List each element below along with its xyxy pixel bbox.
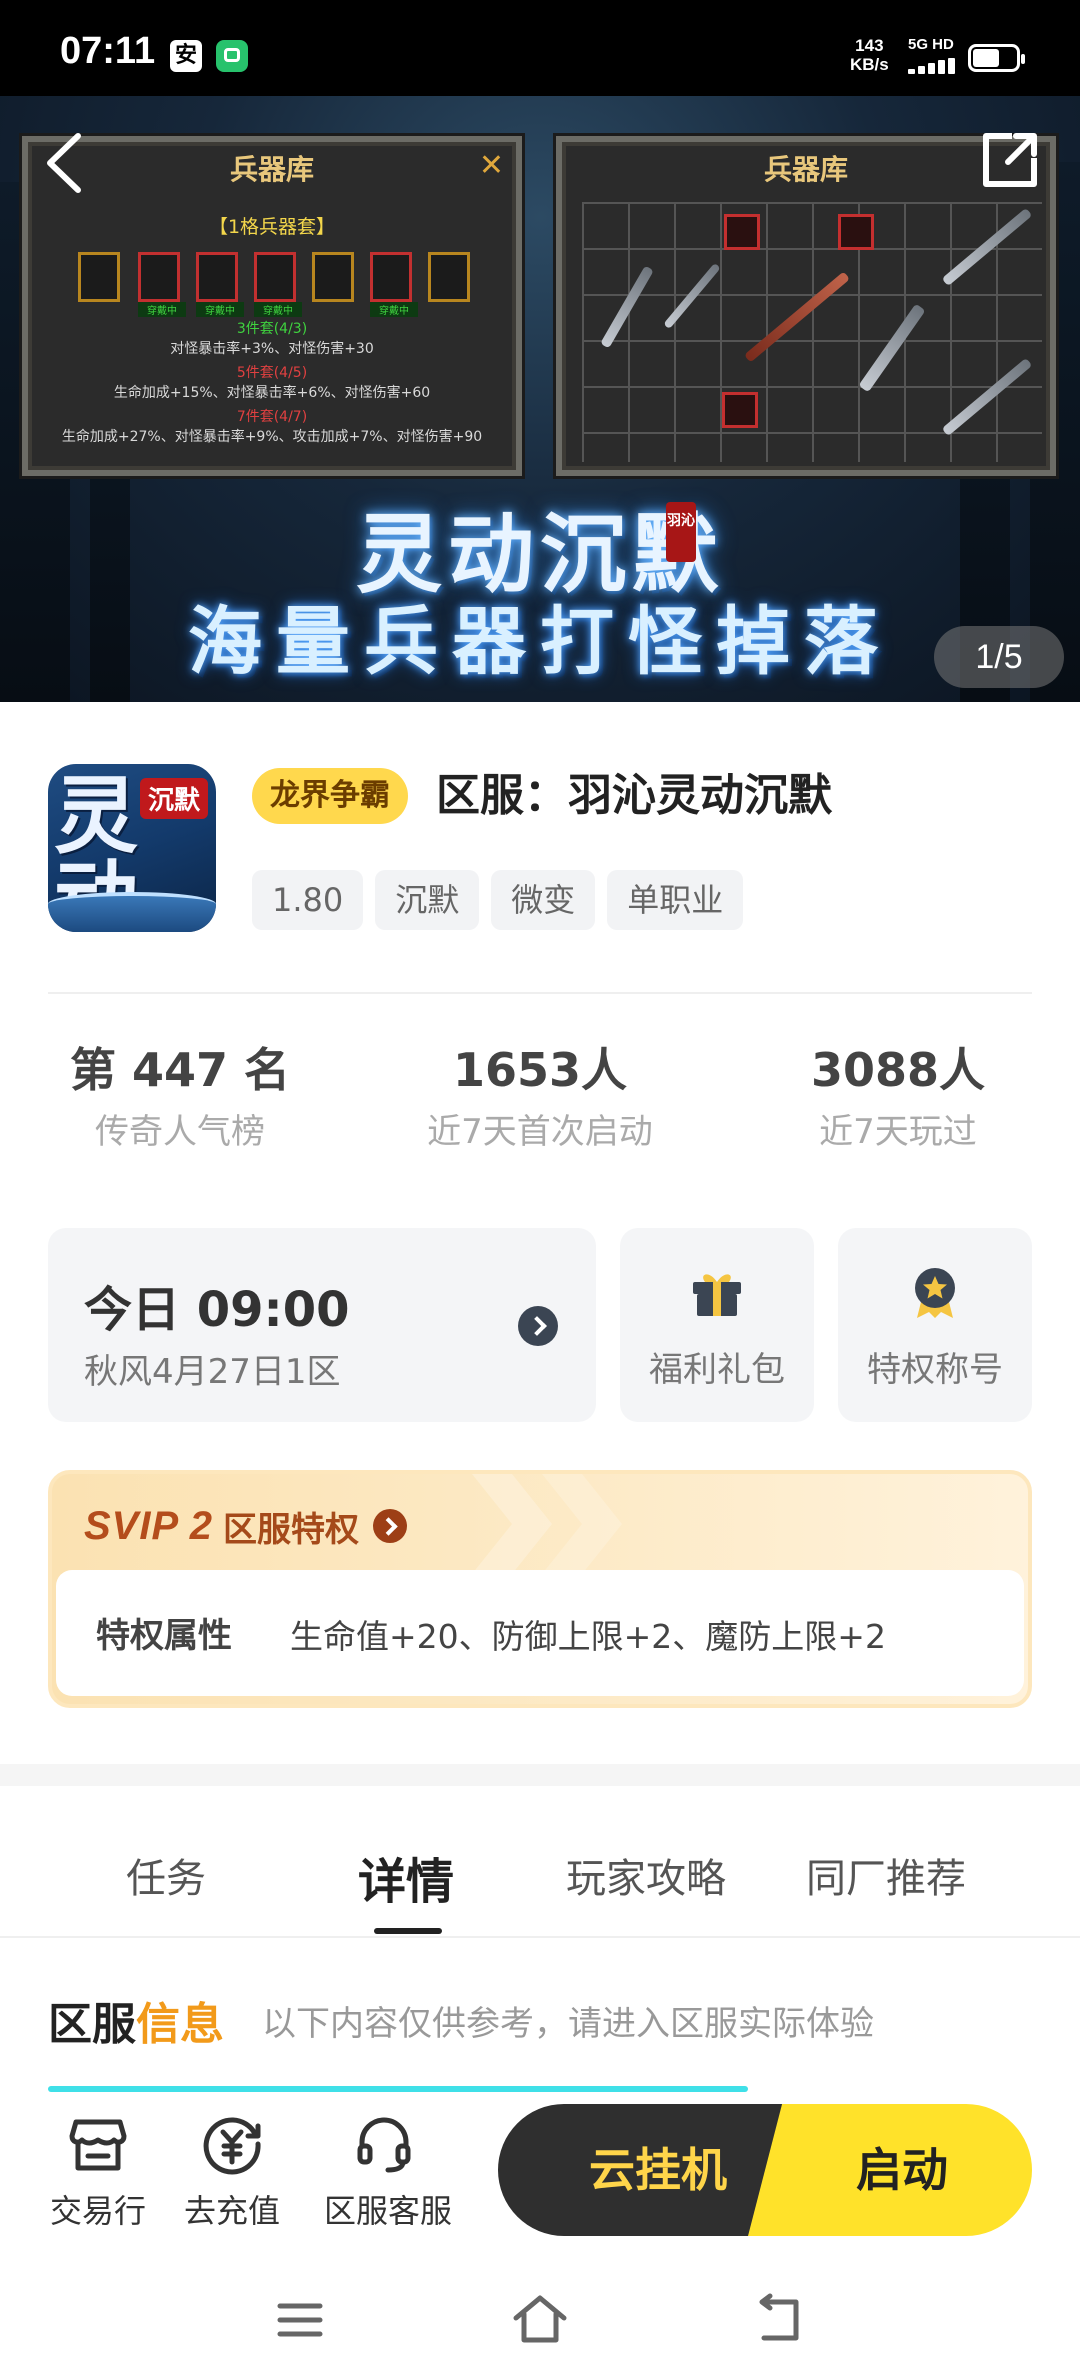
open-time: 今日 09:00 — [84, 1282, 350, 1338]
slot-tag: 穿戴中 — [254, 302, 302, 317]
status-bar: 07:11 安 143 KB/s 5G HD — [0, 0, 1080, 96]
stat-label: 近7天首次启动 — [427, 1112, 653, 1152]
set-line: 生命加成+27%、对怪暴击率+9%、攻击加成+7%、对怪伤害+90 — [61, 429, 483, 445]
section-title-highlight: 信息 — [136, 1999, 224, 2050]
privilege-key: 特权属性 — [96, 1616, 232, 1656]
svip-level: SVIP 2 — [84, 1503, 214, 1548]
section-title: 区服信息 — [48, 1988, 224, 2052]
close-icon: ✕ — [478, 148, 504, 183]
set-line: 生命加成+15%、对怪暴击率+6%、对怪伤害+60 — [113, 385, 431, 401]
medal-icon — [915, 1268, 955, 1318]
server-title: 区服：羽沁灵动沉默 — [436, 770, 832, 821]
back-nav-icon[interactable] — [748, 2288, 812, 2352]
chevron-right-icon — [518, 1306, 558, 1346]
stat-label: 传奇人气榜 — [95, 1112, 265, 1152]
open-server-name: 秋风4月27日1区 — [84, 1352, 341, 1392]
panel-title: 兵器库 — [763, 153, 848, 186]
wechat-icon — [216, 40, 248, 72]
app-icon-tag: 沉默 — [139, 778, 208, 819]
svip-body: 特权属性 生命值+20、防御上限+2、魔防上限+2 — [56, 1570, 1024, 1696]
tag-chip: 沉默 — [375, 870, 480, 930]
set-line: 3件套(4/3) — [236, 321, 308, 337]
set-header: 【1格兵器套】 — [208, 216, 336, 238]
stat-value: 1653人 — [452, 1043, 628, 1097]
stat-played: 3088人 近7天玩过 — [728, 1040, 1068, 1156]
notification-icon: 安 — [170, 40, 202, 72]
divider — [0, 1936, 1080, 1938]
slot-tag: 穿戴中 — [370, 302, 418, 317]
menu-icon[interactable] — [268, 2288, 332, 2352]
section-gap — [0, 1764, 1080, 1786]
privilege-value: 生命值+20、防御上限+2、魔防上限+2 — [290, 1617, 886, 1656]
tab-details[interactable]: 详情 — [358, 1842, 454, 1912]
chevron-decoration — [542, 1474, 622, 1574]
back-icon[interactable] — [38, 128, 98, 198]
recharge-label: 去充值 — [183, 2192, 280, 2230]
svip-header: SVIP 2 区服特权 — [84, 1496, 408, 1556]
trade-button[interactable]: 交易行 — [38, 2112, 158, 2232]
server-open-card[interactable]: 今日 09:00 秋风4月27日1区 — [48, 1228, 596, 1422]
tab-same-developer[interactable]: 同厂推荐 — [806, 1846, 966, 1904]
tab-player-guides[interactable]: 玩家攻略 — [566, 1846, 726, 1904]
customer-service-label: 区服客服 — [324, 2192, 453, 2230]
chevron-decoration — [472, 1474, 552, 1574]
app-icon: 灵动 沉默 — [48, 764, 216, 932]
share-icon[interactable] — [978, 128, 1042, 192]
inventory-slot — [724, 214, 760, 250]
chevron-right-icon — [373, 1509, 408, 1543]
headset-icon — [357, 2117, 411, 2173]
stat-value: 第 447 名 — [69, 1043, 291, 1097]
stat-rank[interactable]: 第 447 名 传奇人气榜 — [10, 1040, 350, 1156]
store-icon — [69, 2119, 127, 2171]
stat-value: 3088人 — [810, 1043, 986, 1097]
svip-title: 区服特权 — [223, 1509, 360, 1550]
set-line: 7件套(4/7) — [236, 409, 308, 425]
banner-slogan: 海量兵器打怪掉落 — [188, 599, 892, 685]
start-button[interactable]: 启动 — [748, 2104, 1032, 2236]
set-line: 5件套(4/5) — [236, 365, 308, 381]
recharge-icon — [203, 2117, 261, 2175]
inventory-slot — [722, 392, 758, 428]
app-icon-wave — [48, 892, 216, 932]
tag-chip: 微变 — [491, 870, 596, 930]
section-title-main: 区服 — [48, 1999, 136, 2050]
gift-icon — [693, 1274, 741, 1316]
home-icon[interactable] — [508, 2288, 572, 2352]
recharge-button[interactable]: 去充值 — [172, 2112, 292, 2232]
logo-seal: 羽沁 — [666, 502, 696, 562]
divider — [48, 992, 1032, 994]
tab-tasks[interactable]: 任务 — [126, 1846, 206, 1904]
trade-label: 交易行 — [49, 2192, 146, 2230]
panel-title: 兵器库 — [229, 153, 314, 186]
network-speed-value: 143 — [855, 36, 884, 55]
card-label: 特权称号 — [867, 1350, 1003, 1390]
status-time: 07:11 — [60, 30, 156, 72]
stat-label: 近7天玩过 — [819, 1112, 977, 1152]
tag-chip: 单职业 — [607, 870, 744, 930]
network-speed-unit: KB/s — [850, 55, 889, 74]
section-note: 以下内容仅供参考，请进入区服实际体验 — [262, 2004, 874, 2044]
svip-privilege-card[interactable]: SVIP 2 区服特权 特权属性 生命值+20、防御上限+2、魔防上限+2 — [48, 1470, 1032, 1708]
server-badge: 龙界争霸 — [252, 768, 408, 824]
system-nav-bar — [0, 2262, 1080, 2376]
tag-chip: 1.80 — [252, 870, 364, 930]
customer-service-button[interactable]: 区服客服 — [324, 2112, 453, 2232]
inventory-grid — [582, 202, 1042, 462]
battery-icon — [968, 44, 1025, 72]
banner-carousel[interactable]: 兵器库 ✕ 【1格兵器套】 穿戴中 穿戴中 穿戴中 穿戴中 3件套(4/3) 对… — [0, 96, 1080, 702]
privilege-title-card[interactable]: 特权称号 — [838, 1228, 1032, 1422]
active-tab-indicator — [374, 1928, 442, 1934]
slot-tag: 穿戴中 — [138, 302, 186, 317]
signal-icon — [908, 58, 956, 74]
set-line: 对怪暴击率+3%、对怪伤害+30 — [170, 341, 374, 357]
inventory-slot — [838, 214, 874, 250]
network-type: 5G HD — [908, 36, 954, 53]
slot-tag: 穿戴中 — [196, 302, 244, 317]
gift-pack-card[interactable]: 福利礼包 — [620, 1228, 814, 1422]
card-label: 福利礼包 — [649, 1350, 785, 1390]
banner-pager: 1/5 — [934, 626, 1064, 688]
stat-new-players: 1653人 近7天首次启动 — [370, 1040, 710, 1156]
tag-list: 1.80 沉默 微变 单职业 — [252, 870, 744, 930]
network-speed: 143 KB/s — [850, 36, 889, 74]
